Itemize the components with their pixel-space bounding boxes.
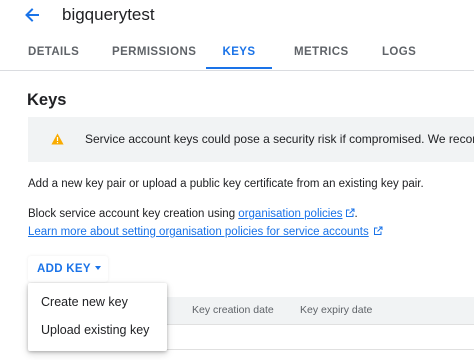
add-key-description: Add a new key pair or upload a public ke… [28, 178, 424, 190]
column-header-creation-date[interactable]: Key creation date [192, 304, 274, 316]
external-link-icon [373, 226, 383, 235]
tab-bar: DETAILS PERMISSIONS KEYS METRICS LOGS [0, 38, 474, 71]
active-tab-indicator [206, 67, 272, 69]
tab-permissions[interactable]: PERMISSIONS [112, 38, 196, 69]
menu-item-upload-existing-key[interactable]: Upload existing key [28, 317, 167, 344]
add-key-label: ADD KEY [37, 263, 91, 275]
organisation-policies-link[interactable]: organisation policies [238, 208, 342, 220]
block-suffix: . [354, 208, 358, 220]
tab-logs[interactable]: LOGS [382, 38, 416, 69]
tab-details[interactable]: DETAILS [28, 38, 79, 69]
page-title: bigquerytest [62, 5, 155, 24]
arrow-back-icon[interactable] [22, 5, 42, 25]
warning-text: Service account keys could pose a securi… [85, 132, 474, 146]
block-prefix: Block service account key creation using [28, 208, 239, 220]
caret-down-icon [94, 266, 101, 270]
add-key-menu: Create new key Upload existing key [28, 283, 167, 351]
add-key-button[interactable]: ADD KEY [28, 256, 108, 282]
tab-keys[interactable]: KEYS [206, 38, 272, 69]
menu-item-create-new-key[interactable]: Create new key [28, 289, 167, 316]
block-creation-text: Block service account key creation using… [28, 208, 358, 220]
warning-icon [51, 133, 64, 145]
learn-more-line: Learn more about setting organisation po… [28, 226, 383, 238]
section-title: Keys [27, 91, 67, 109]
warning-banner: Service account keys could pose a securi… [28, 117, 474, 162]
learn-more-link[interactable]: Learn more about setting organisation po… [28, 226, 369, 238]
column-header-expiry-date[interactable]: Key expiry date [300, 304, 372, 316]
tab-metrics[interactable]: METRICS [294, 38, 349, 69]
external-link-icon [345, 208, 354, 217]
